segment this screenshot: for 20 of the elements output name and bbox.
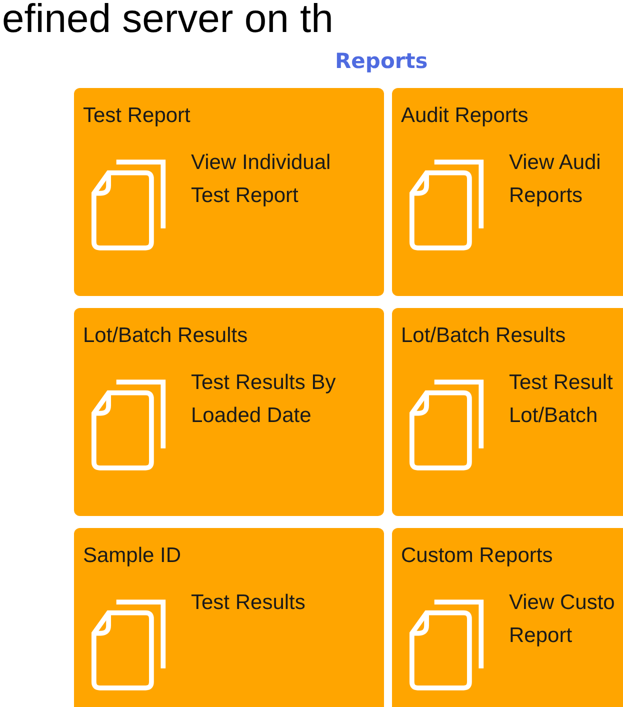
report-link[interactable]: Test Results By Loaded Date	[191, 366, 371, 471]
report-link[interactable]: View Individual Test Report	[191, 146, 371, 251]
tile-title: Test Report	[83, 104, 192, 128]
report-tile[interactable]: Lot/Batch Results Test Result Lot/Batch	[392, 308, 623, 516]
report-link[interactable]: Test Result Lot/Batch	[509, 366, 623, 471]
report-tile[interactable]: Audit Reports View Audi Reports	[392, 88, 623, 296]
page-heading: efined server on th	[1, 0, 334, 38]
report-link[interactable]: View Audi Reports	[509, 146, 623, 251]
report-tile[interactable]: Custom Reports View Custo Report	[392, 528, 623, 707]
tile-title: Lot/Batch Results	[401, 324, 567, 348]
report-tile[interactable]: Sample ID Test Results	[74, 528, 384, 707]
report-tile[interactable]: Test Report View Individual Test Report	[74, 88, 384, 296]
tile-title: Custom Reports	[401, 544, 554, 568]
section-title: Reports	[334, 48, 429, 75]
report-link[interactable]: Test Results	[191, 586, 371, 691]
report-link[interactable]: View Custo Report	[509, 586, 623, 691]
report-tile[interactable]: Lot/Batch Results Test Results By Loaded Date	[74, 308, 384, 516]
tile-title: Audit Reports	[401, 104, 530, 128]
tile-title: Lot/Batch Results	[83, 324, 249, 348]
tile-title: Sample ID	[83, 544, 182, 568]
